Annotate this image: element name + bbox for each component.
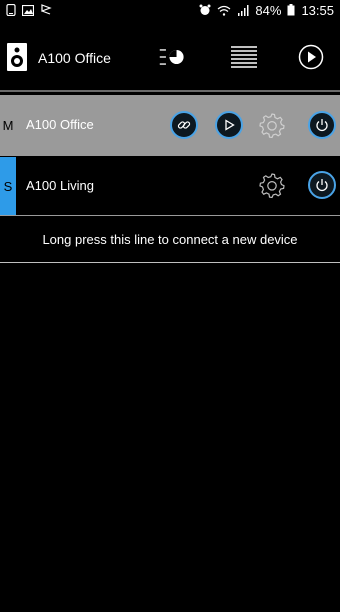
link-icon[interactable] xyxy=(170,111,198,139)
battery-percent: 84% xyxy=(255,2,282,18)
connect-hint-text: Long press this line to connect a new de… xyxy=(42,231,298,247)
speaker-icon[interactable] xyxy=(6,42,28,72)
device-name: A100 Office xyxy=(26,117,94,132)
queue-list-icon[interactable] xyxy=(227,44,261,70)
role-badge: M xyxy=(2,117,14,133)
volume-list-icon[interactable] xyxy=(158,44,188,70)
device-row-master[interactable]: M A100 Office xyxy=(0,95,340,155)
alarm-icon xyxy=(199,4,211,16)
clock: 13:55 xyxy=(301,2,334,18)
gallery-notification-icon xyxy=(22,4,34,16)
connect-new-device-line[interactable]: Long press this line to connect a new de… xyxy=(0,216,340,262)
device-name: A100 Living xyxy=(26,178,94,193)
app-bar: A100 Office xyxy=(0,20,340,90)
current-device-name: A100 Office xyxy=(38,50,111,66)
media-notification-icon xyxy=(40,4,52,16)
device-row-slave[interactable]: S A100 Living xyxy=(0,157,340,215)
header-divider xyxy=(0,90,340,92)
power-icon[interactable] xyxy=(308,111,336,139)
status-bar: 84% 13:55 xyxy=(0,0,340,20)
play-icon[interactable] xyxy=(215,111,243,139)
battery-icon xyxy=(287,4,295,16)
wifi-icon xyxy=(217,5,231,16)
settings-gear-icon[interactable] xyxy=(258,171,286,199)
play-circle-icon[interactable] xyxy=(296,44,326,70)
role-badge: S xyxy=(0,157,16,215)
list-bottom-divider xyxy=(0,262,340,263)
power-icon[interactable] xyxy=(308,171,336,199)
row-divider xyxy=(0,155,340,156)
phone-notification-icon xyxy=(6,4,16,16)
settings-gear-icon[interactable] xyxy=(258,111,286,139)
signal-icon xyxy=(237,4,249,16)
